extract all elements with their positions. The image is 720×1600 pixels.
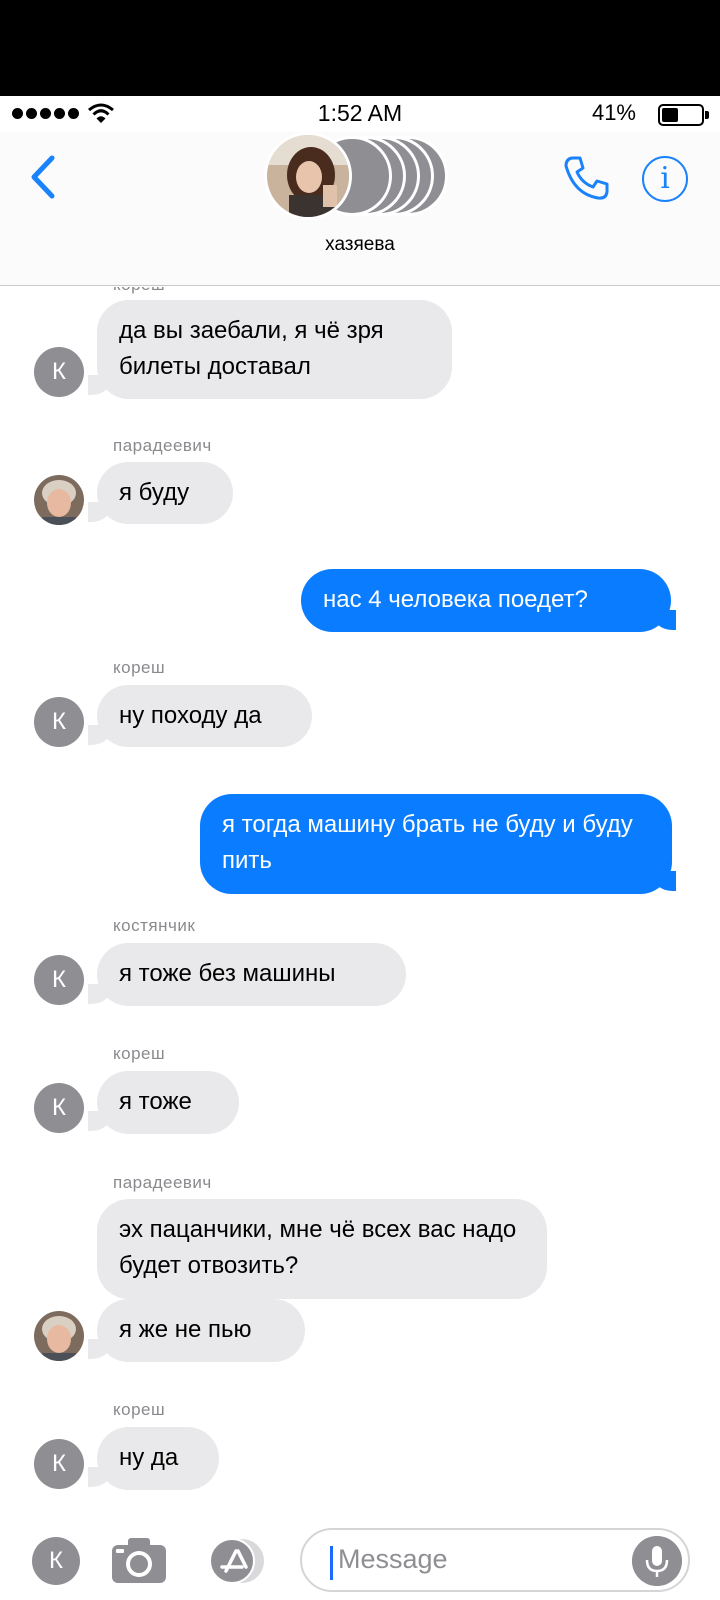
battery-fill bbox=[662, 108, 678, 122]
group-photo bbox=[264, 132, 352, 220]
contact-avatar-photo[interactable] bbox=[34, 475, 84, 525]
sender-name: кореш bbox=[113, 1044, 166, 1063]
group-name[interactable]: хазяева bbox=[0, 234, 720, 256]
phone-icon[interactable] bbox=[562, 154, 610, 202]
outgoing-message-bubble[interactable]: нас 4 человека поедет? bbox=[301, 569, 671, 632]
battery-icon bbox=[658, 104, 709, 126]
message-placeholder: Message bbox=[338, 1544, 448, 1574]
sender-name: кореш bbox=[113, 658, 166, 677]
incoming-message-bubble[interactable]: ну походу да bbox=[97, 685, 312, 747]
contact-avatar[interactable]: К bbox=[34, 347, 84, 397]
sender-name: кореш bbox=[113, 1400, 166, 1419]
conversation-header: хазяева i bbox=[0, 132, 720, 286]
app-store-icon[interactable] bbox=[204, 1537, 268, 1585]
incoming-message-bubble[interactable]: эх пацанчики, мне чё всех вас надо будет… bbox=[97, 1199, 547, 1299]
incoming-message-bubble[interactable]: да вы заебали, я чё зря билеты доставал bbox=[97, 300, 452, 399]
outgoing-message-bubble[interactable]: я тогда машину брать не буду и буду пить bbox=[200, 794, 672, 894]
sender-name: парадеевич bbox=[113, 1173, 212, 1192]
incoming-message-bubble[interactable]: я тоже без машины bbox=[97, 943, 406, 1006]
message-composer: К Message bbox=[0, 1517, 720, 1600]
info-icon[interactable]: i bbox=[642, 156, 688, 202]
memoji-avatar-button[interactable]: К bbox=[32, 1537, 80, 1585]
contact-avatar[interactable]: К bbox=[34, 1083, 84, 1133]
incoming-message-bubble[interactable]: я буду bbox=[97, 462, 233, 524]
camera-icon[interactable] bbox=[110, 1535, 168, 1585]
incoming-message-bubble[interactable]: ну да bbox=[97, 1427, 219, 1490]
incoming-message-bubble[interactable]: я же не пью bbox=[97, 1299, 305, 1362]
top-black-bar bbox=[0, 0, 720, 96]
sender-name: кореш bbox=[113, 287, 165, 295]
contact-avatar[interactable]: К bbox=[34, 697, 84, 747]
contact-avatar[interactable]: К bbox=[34, 1439, 84, 1489]
group-avatar[interactable] bbox=[264, 132, 464, 220]
contact-avatar[interactable]: К bbox=[34, 955, 84, 1005]
text-cursor bbox=[330, 1546, 333, 1580]
status-bar: 1:52 AM 41% bbox=[0, 96, 720, 132]
message-thread[interactable]: кореш да вы заебали, я чё зря билеты дос… bbox=[0, 287, 720, 1517]
sender-name: парадеевич bbox=[113, 436, 212, 455]
microphone-icon[interactable] bbox=[632, 1536, 682, 1586]
sender-name: костянчик bbox=[113, 916, 196, 935]
contact-avatar-photo[interactable] bbox=[34, 1311, 84, 1361]
back-chevron-icon[interactable] bbox=[26, 152, 66, 202]
message-input[interactable]: Message bbox=[300, 1528, 690, 1592]
battery-percentage: 41% bbox=[591, 100, 636, 125]
incoming-message-bubble[interactable]: я тоже bbox=[97, 1071, 239, 1134]
